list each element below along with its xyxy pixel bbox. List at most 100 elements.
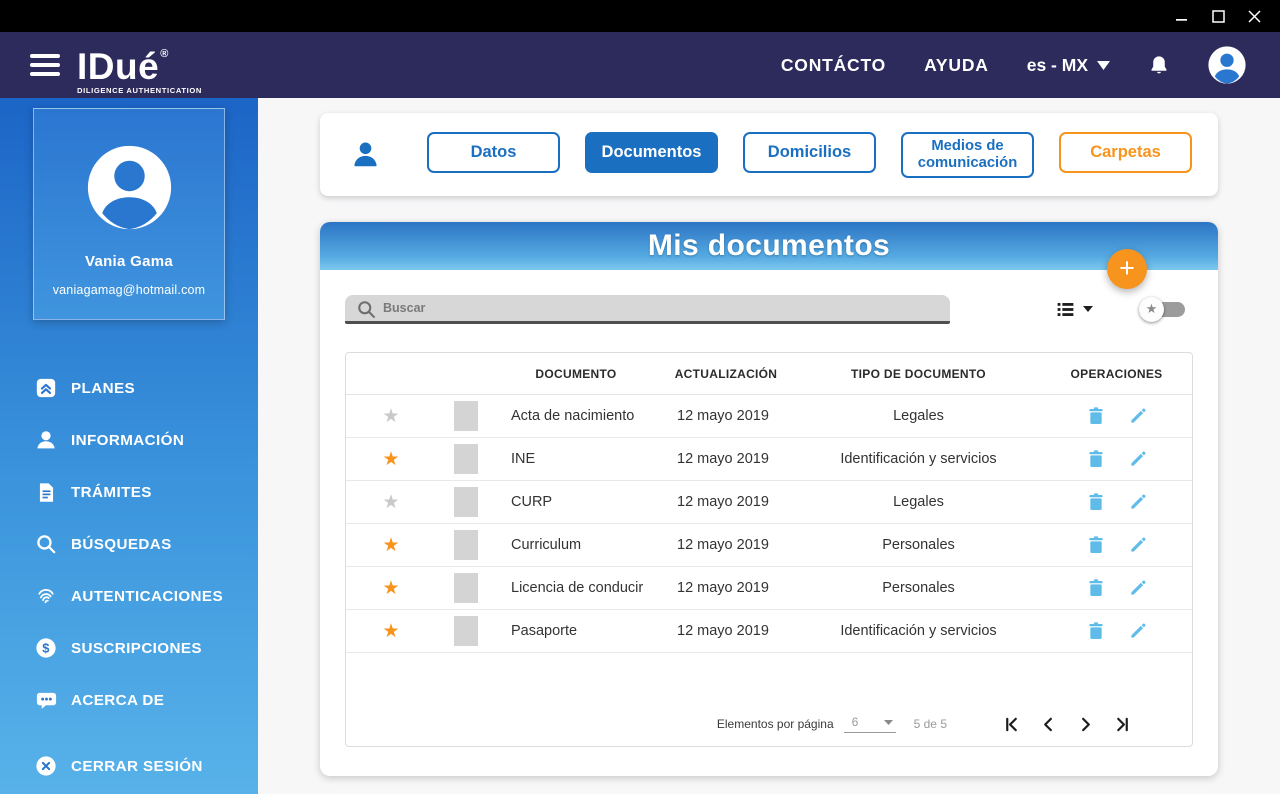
document-updated: 12 mayo 2019 <box>677 451 769 467</box>
document-updated: 12 mayo 2019 <box>677 537 769 553</box>
sidebar-item-suscripciones[interactable]: $ SUSCRIPCIONES <box>0 622 258 674</box>
sidebar: Vania Gama vaniagamag@hotmail.com PLANES… <box>0 98 258 794</box>
language-selector[interactable]: es - MX <box>1027 55 1110 76</box>
document-thumbnail[interactable] <box>454 616 478 646</box>
document-name: Curriculum <box>511 537 582 553</box>
sidebar-item-acerca-de[interactable]: ACERCA DE <box>0 674 258 726</box>
close-button[interactable] <box>1236 0 1272 32</box>
language-value: es - MX <box>1026 54 1088 75</box>
app-logo: IDué® DILIGENCE AUTHENTICATION <box>77 36 202 95</box>
tab-datos[interactable]: Datos <box>427 131 560 173</box>
profile-email: vaniagamag@hotmail.com <box>52 283 206 297</box>
document-type: Identificación y servicios <box>840 451 997 467</box>
column-documento: DOCUMENTO <box>535 366 617 381</box>
document-thumbnail[interactable] <box>454 573 478 603</box>
user-avatar[interactable] <box>1208 46 1246 84</box>
document-thumbnail[interactable] <box>454 401 478 431</box>
delete-icon[interactable] <box>1086 535 1106 555</box>
tab-domicilios[interactable]: Domicilios <box>743 131 876 173</box>
edit-icon[interactable] <box>1128 535 1148 555</box>
star-icon[interactable]: ★ <box>382 449 399 470</box>
document-thumbnail[interactable] <box>454 444 478 474</box>
star-icon[interactable]: ★ <box>382 535 399 556</box>
table-body: ★ Acta de nacimiento 12 mayo 2019 Legale… <box>346 395 1192 653</box>
sidebar-item-planes[interactable]: PLANES <box>0 362 258 414</box>
tab-carpetas[interactable]: Carpetas <box>1059 131 1192 173</box>
favorites-filter-toggle[interactable]: ★ <box>1139 296 1185 322</box>
document-type: Identificación y servicios <box>840 623 997 639</box>
sidebar-nav: PLANES INFORMACIÓN TRÁMITES BÚSQUEDAS AU… <box>0 362 258 792</box>
star-icon[interactable]: ★ <box>382 578 399 599</box>
pagination-label: Elementos por página <box>716 717 834 731</box>
page-size-select[interactable]: 6 <box>843 715 896 733</box>
registered-mark: ® <box>160 47 169 60</box>
search-input[interactable] <box>345 294 950 321</box>
logo-tagline: DILIGENCE AUTHENTICATION <box>77 85 202 95</box>
sidebar-item-label: BÚSQUEDAS <box>71 535 172 553</box>
table-row: ★ Acta de nacimiento 12 mayo 2019 Legale… <box>346 395 1192 438</box>
edit-icon[interactable] <box>1128 621 1148 641</box>
menu-icon[interactable] <box>30 54 60 76</box>
nav-ayuda[interactable]: AYUDA <box>924 55 989 76</box>
first-page-icon[interactable] <box>999 712 1023 736</box>
sidebar-item-label: SUSCRIPCIONES <box>71 639 202 657</box>
tab-documentos[interactable]: Documentos <box>585 131 718 173</box>
edit-icon[interactable] <box>1128 492 1148 512</box>
app-header: IDué® DILIGENCE AUTHENTICATION CONTÁCTO … <box>0 32 1280 98</box>
delete-icon[interactable] <box>1086 492 1106 512</box>
document-name: Acta de nacimiento <box>511 408 635 424</box>
document-updated: 12 mayo 2019 <box>677 623 769 639</box>
sidebar-item-informacion[interactable]: INFORMACIÓN <box>0 414 258 466</box>
sidebar-item-label: INFORMACIÓN <box>71 431 185 449</box>
view-options-button[interactable] <box>1055 299 1093 320</box>
delete-icon[interactable] <box>1086 406 1106 426</box>
minimize-icon <box>1176 19 1187 21</box>
minimize-button[interactable] <box>1164 0 1200 32</box>
sidebar-item-tramites[interactable]: TRÁMITES <box>0 466 258 518</box>
document-icon <box>34 482 58 503</box>
add-document-button[interactable]: + <box>1107 249 1147 289</box>
favorites-toggle-star-icon: ★ <box>1139 296 1164 322</box>
document-name: Licencia de conducir <box>511 580 644 596</box>
window-titlebar <box>0 0 1280 32</box>
delete-icon[interactable] <box>1086 621 1106 641</box>
edit-icon[interactable] <box>1128 578 1148 598</box>
maximize-button[interactable] <box>1200 0 1236 32</box>
sidebar-item-cerrar-sesion[interactable]: CERRAR SESIÓN <box>0 740 258 792</box>
sidebar-item-autenticaciones[interactable]: AUTENTICACIONES <box>0 570 258 622</box>
star-icon[interactable]: ★ <box>382 406 399 427</box>
delete-icon[interactable] <box>1086 449 1106 469</box>
document-name: INE <box>511 451 536 467</box>
documents-card-header: Mis documentos <box>320 222 1218 270</box>
star-icon[interactable]: ★ <box>382 492 399 513</box>
document-type: Personales <box>882 580 955 596</box>
search-icon <box>34 533 58 555</box>
edit-icon[interactable] <box>1128 449 1148 469</box>
plans-icon <box>34 377 58 399</box>
sidebar-item-busquedas[interactable]: BÚSQUEDAS <box>0 518 258 570</box>
document-type: Legales <box>893 408 944 424</box>
edit-icon[interactable] <box>1128 406 1148 426</box>
previous-page-icon[interactable] <box>1036 712 1060 736</box>
document-thumbnail[interactable] <box>454 530 478 560</box>
page-size-value: 6 <box>851 715 859 729</box>
tab-medios-de-comunicacion[interactable]: Medios de comunicación <box>901 131 1034 178</box>
person-icon <box>34 428 58 452</box>
table-row: ★ CURP 12 mayo 2019 Legales <box>346 481 1192 524</box>
notifications-bell-icon[interactable] <box>1148 54 1170 77</box>
nav-contacto[interactable]: CONTÁCTO <box>781 55 886 76</box>
delete-icon[interactable] <box>1086 578 1106 598</box>
next-page-icon[interactable] <box>1073 712 1097 736</box>
column-actualizacion: ACTUALIZACIÓN <box>674 366 778 381</box>
profile-name: Vania Gama <box>84 253 174 270</box>
chat-icon <box>34 689 58 712</box>
star-icon[interactable]: ★ <box>382 621 399 642</box>
main-content: Datos Documentos Domicilios Medios de co… <box>258 98 1280 794</box>
chevron-down-icon <box>883 719 893 725</box>
profile-card: Vania Gama vaniagamag@hotmail.com <box>33 108 225 320</box>
profile-avatar <box>87 145 172 230</box>
document-thumbnail[interactable] <box>454 487 478 517</box>
last-page-icon[interactable] <box>1110 712 1134 736</box>
chevron-down-icon <box>1097 60 1110 70</box>
pagination-buttons <box>999 712 1134 736</box>
